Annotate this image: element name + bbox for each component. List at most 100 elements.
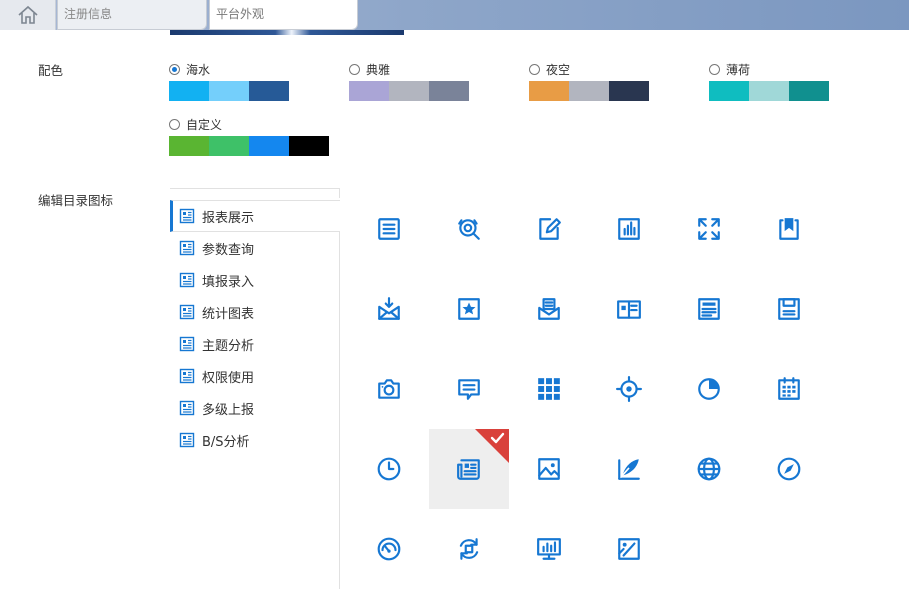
icon-option[interactable]	[509, 349, 589, 429]
calendar-icon	[778, 377, 800, 400]
color-section-label: 配色	[38, 63, 64, 78]
icon-option[interactable]	[589, 429, 669, 509]
directory-item-icon	[179, 240, 202, 256]
palette-haishui[interactable]: 海水	[169, 61, 329, 101]
star-card-icon	[458, 298, 480, 320]
clipboard-copy-icon	[779, 218, 799, 240]
icon-option[interactable]	[589, 509, 669, 589]
image-picture-icon	[538, 458, 560, 480]
directory-item-icon	[179, 400, 202, 416]
icon-option[interactable]	[589, 189, 669, 269]
palette-swatches	[529, 81, 689, 101]
home-icon	[17, 5, 38, 24]
compass-icon	[777, 457, 801, 481]
directory-item[interactable]: 主题分析	[170, 328, 340, 360]
icon-option[interactable]	[349, 349, 429, 429]
directory-item-label: 报表展示	[202, 210, 255, 226]
envelope-letter-icon	[538, 298, 560, 320]
mail-download-icon	[378, 297, 400, 320]
directory-item-icon	[179, 368, 202, 384]
book-open-icon	[617, 300, 641, 319]
pie-chart-icon	[698, 378, 720, 400]
icon-option[interactable]	[589, 269, 669, 349]
directory-item[interactable]: 参数查询	[170, 232, 340, 264]
palette-swatches	[709, 81, 869, 101]
icon-option[interactable]	[749, 189, 829, 269]
directory-item-label: 多级上报	[202, 402, 255, 418]
tab-platform-appearance[interactable]: 平台外观	[209, 0, 358, 30]
icon-option[interactable]	[749, 429, 829, 509]
directory-item-label: 统计图表	[202, 306, 255, 322]
icon-option[interactable]	[349, 189, 429, 269]
icon-option[interactable]	[669, 269, 749, 349]
palette-name: 夜空	[546, 62, 571, 77]
edit-pencil-icon	[539, 218, 561, 240]
directory-item-icon	[179, 208, 202, 224]
directory-list-frame	[170, 188, 340, 198]
palette-name: 海水	[186, 62, 211, 77]
directory-item-label: 参数查询	[202, 242, 255, 258]
palette-custom[interactable]: 自定义	[169, 116, 329, 156]
directory-item[interactable]: 填报录入	[170, 264, 340, 296]
floppy-save-icon	[778, 298, 800, 320]
directory-item-icon	[179, 272, 202, 288]
icon-option[interactable]	[429, 269, 509, 349]
refresh-sync-icon	[459, 538, 479, 560]
news-document-icon	[698, 298, 720, 320]
icon-option[interactable]	[349, 269, 429, 349]
directory-item[interactable]: 多级上报	[170, 392, 340, 424]
directory-item-label: 填报录入	[202, 274, 255, 290]
tab-label: 平台外观	[216, 7, 265, 21]
icon-option[interactable]	[509, 509, 589, 589]
directory-item-icon	[179, 304, 202, 320]
directory-item[interactable]: 报表展示	[170, 200, 340, 232]
icon-option[interactable]	[349, 429, 429, 509]
icon-option[interactable]	[429, 349, 509, 429]
search-analyze-icon	[458, 219, 480, 240]
home-button[interactable]	[0, 0, 56, 30]
palette-name: 薄荷	[726, 62, 751, 77]
icon-option[interactable]	[669, 349, 749, 429]
directory-item[interactable]: 权限使用	[170, 360, 340, 392]
tab-registration-info[interactable]: 注册信息	[57, 0, 207, 30]
speedometer-icon	[377, 537, 401, 561]
directory-item-label: B/S分析	[202, 434, 250, 450]
directory-item-icon	[179, 432, 202, 448]
icon-option[interactable]	[669, 429, 749, 509]
palette-radio[interactable]	[349, 63, 360, 75]
grid-apps-icon	[538, 378, 560, 400]
palette-radio[interactable]	[529, 63, 540, 75]
icon-option[interactable]	[749, 269, 829, 349]
directory-item-label: 主题分析	[202, 338, 255, 354]
message-list-icon	[458, 379, 480, 400]
palette-bohe[interactable]: 薄荷	[709, 61, 869, 101]
icon-option[interactable]	[509, 429, 589, 509]
image-edit-icon	[618, 538, 640, 560]
directory-item[interactable]: B/S分析	[170, 424, 340, 456]
icon-option[interactable]	[749, 349, 829, 429]
icon-option[interactable]	[429, 429, 509, 509]
bar-chart-icon	[618, 218, 640, 240]
icon-option[interactable]	[669, 189, 749, 269]
icon-option[interactable]	[509, 269, 589, 349]
palette-radio[interactable]	[169, 63, 180, 75]
icon-option[interactable]	[589, 349, 669, 429]
directory-item-label: 权限使用	[202, 370, 255, 386]
tab-label: 注册信息	[64, 7, 113, 21]
palette-swatches	[349, 81, 509, 101]
globe-icon	[697, 457, 721, 481]
icon-option[interactable]	[429, 509, 509, 589]
palette-radio[interactable]	[709, 63, 720, 75]
tab-banner-strip	[170, 30, 404, 35]
list-document-icon	[378, 218, 400, 240]
clock-icon	[377, 457, 401, 481]
palette-yekong[interactable]: 夜空	[529, 61, 689, 101]
fullscreen-expand-icon	[698, 218, 720, 240]
directory-item[interactable]: 统计图表	[170, 296, 340, 328]
icon-option[interactable]	[349, 509, 429, 589]
palette-radio[interactable]	[169, 118, 180, 130]
icon-option[interactable]	[509, 189, 589, 269]
palette-dianya[interactable]: 典雅	[349, 61, 509, 101]
palette-swatches	[169, 81, 329, 101]
icon-option[interactable]	[429, 189, 509, 269]
